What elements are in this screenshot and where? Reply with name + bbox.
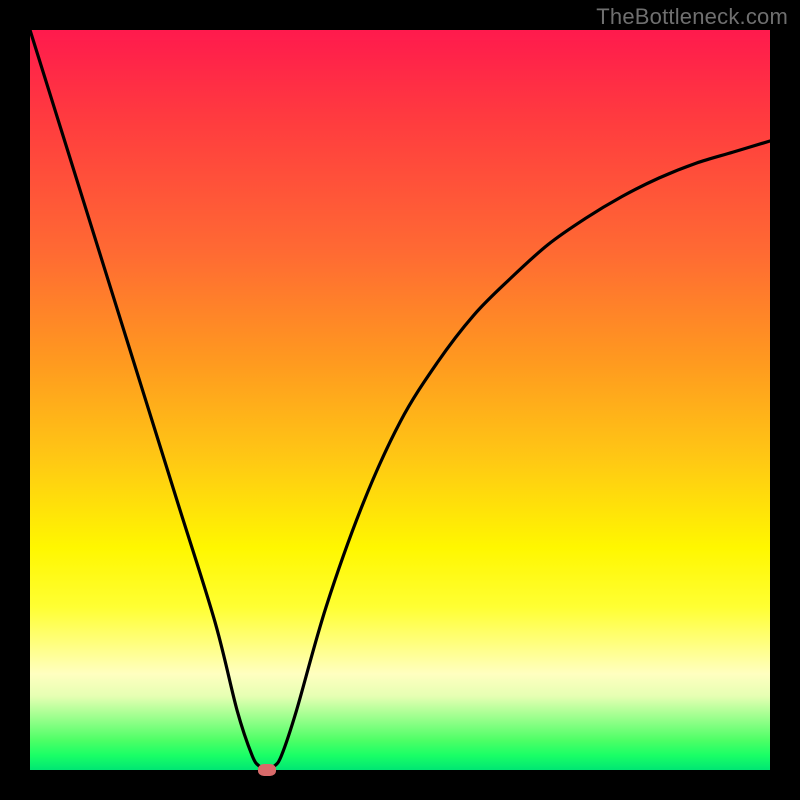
chart-frame: TheBottleneck.com bbox=[0, 0, 800, 800]
curve-path bbox=[30, 30, 770, 770]
bottleneck-curve bbox=[30, 30, 770, 770]
watermark-text: TheBottleneck.com bbox=[596, 4, 788, 30]
optimal-point-marker bbox=[258, 764, 276, 776]
plot-area bbox=[30, 30, 770, 770]
